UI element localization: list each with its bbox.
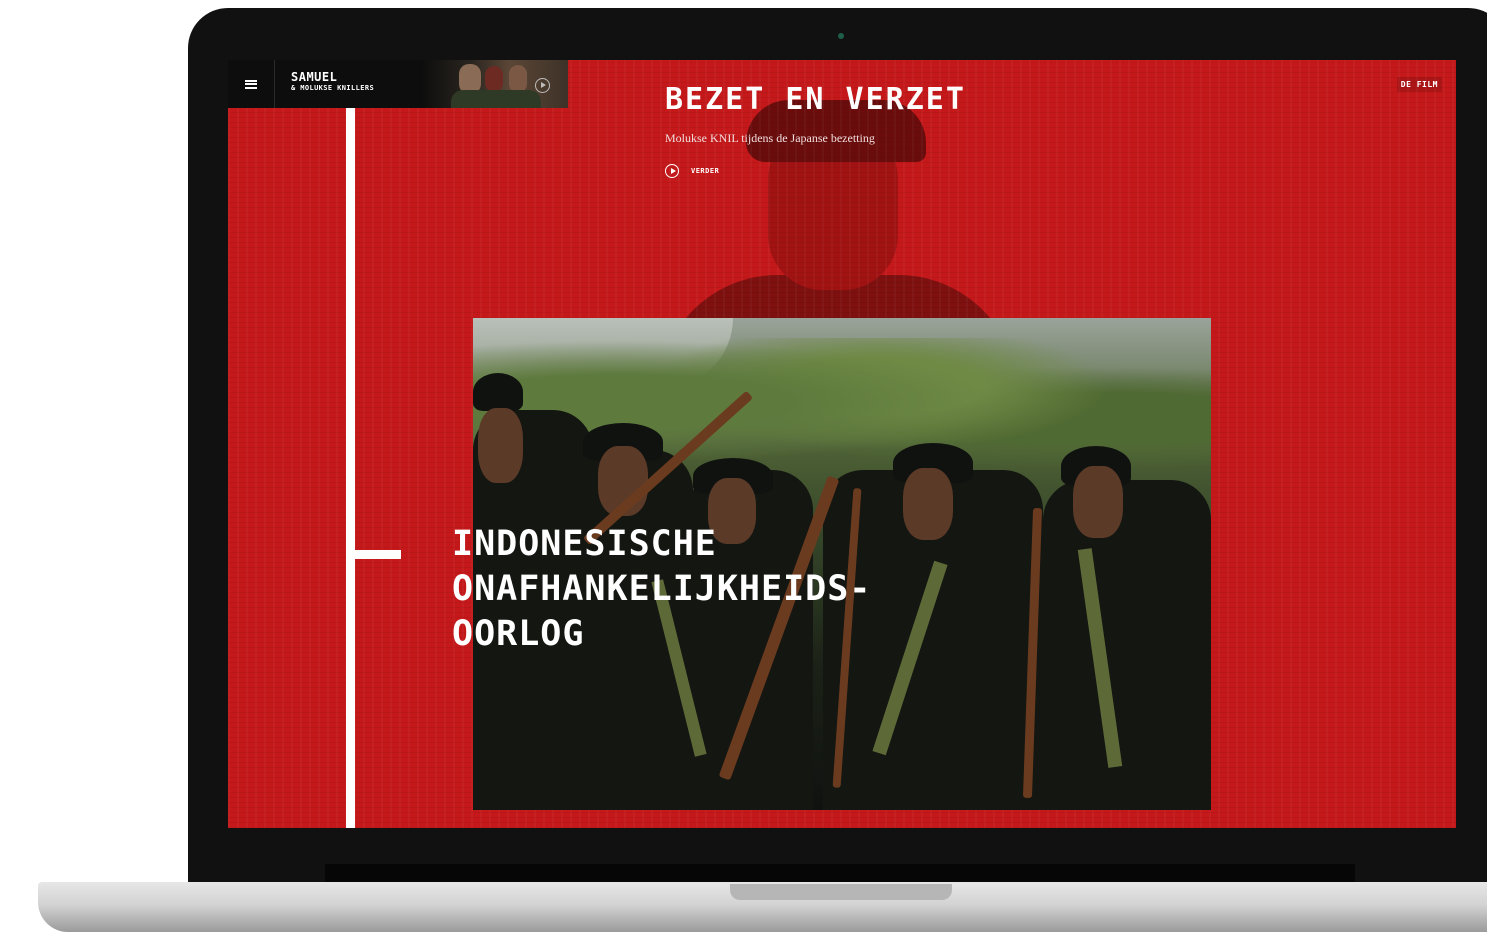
video-thumbnail[interactable] — [421, 60, 568, 108]
hero-subtitle: Molukse KNIL tijdens de Japanse bezettin… — [665, 131, 875, 145]
laptop-notch — [730, 884, 952, 900]
webpage-screen: SAMUEL & MOLUKSE KNILLERS BEZET EN VERZE… — [228, 60, 1456, 828]
site-logo[interactable]: SAMUEL & MOLUKSE KNILLERS — [291, 71, 374, 93]
hamburger-icon — [245, 79, 257, 89]
era-title-line-1: INDONESISCHE — [452, 524, 717, 564]
brand-subtitle: & MOLUKSE KNILLERS — [291, 84, 375, 92]
timeline-line — [346, 108, 355, 828]
play-circle-icon — [665, 164, 679, 178]
era-title[interactable]: INDONESISCHE ONAFHANKELIJKHEIDS- OORLOG — [452, 522, 871, 657]
era-title-line-3: OORLOG — [452, 614, 585, 654]
screen-bezel-bottom — [325, 864, 1355, 882]
play-icon — [535, 78, 550, 93]
timeline-marker — [355, 550, 401, 559]
brand-title: SAMUEL — [291, 70, 338, 84]
hero-title: BEZET EN VERZET — [665, 82, 966, 117]
era-title-line-2: ONAFHANKELIJKHEIDS- — [452, 569, 872, 609]
camera-icon — [838, 33, 844, 39]
continue-label: VERDER — [691, 167, 720, 175]
top-navigation-bar: SAMUEL & MOLUKSE KNILLERS — [228, 60, 568, 108]
continue-button[interactable]: VERDER — [665, 164, 719, 178]
menu-button[interactable] — [228, 60, 275, 108]
de-film-link[interactable]: DE FILM — [1396, 77, 1442, 92]
